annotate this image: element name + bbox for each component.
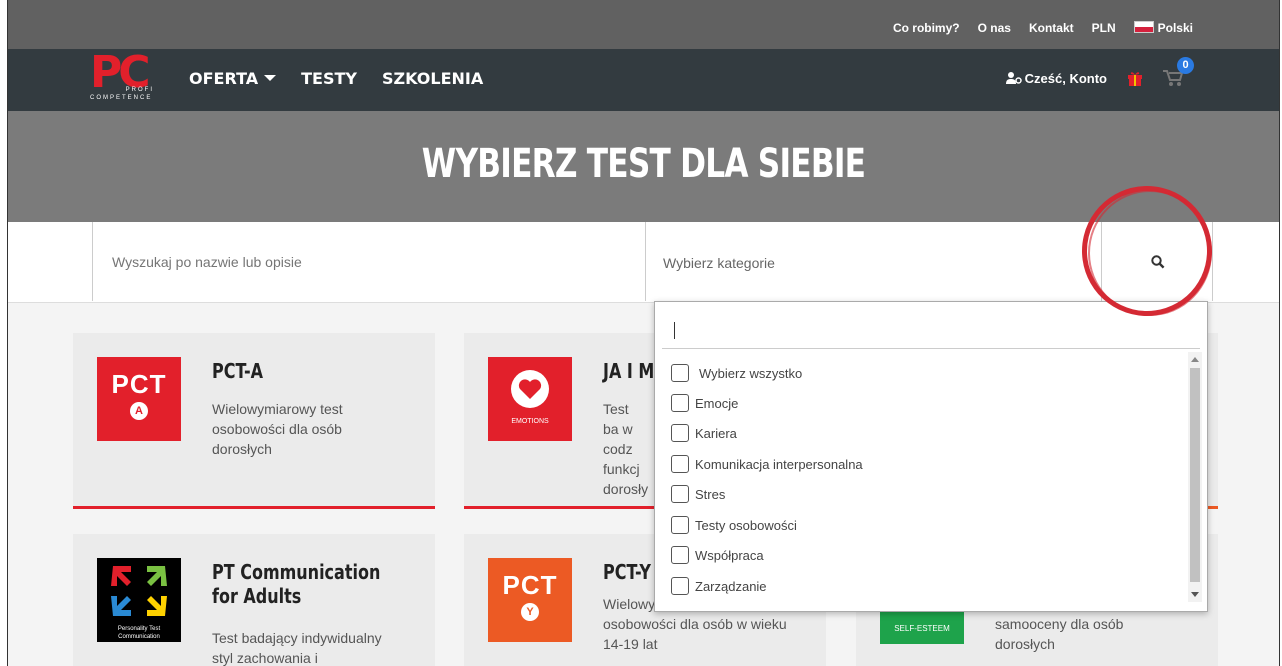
card-accent-bar [73,506,435,509]
checkbox[interactable] [671,424,689,442]
card-description: Wielowymiarowy test osobowości dla osób … [212,401,343,457]
scrollbar-thumb[interactable] [1190,368,1200,582]
page-frame: Co robimy? O nas Kontakt PLN Polski PC P… [7,0,1280,666]
card-description: Test ba w codz funkcj dorosły [603,401,649,497]
link-o-nas[interactable]: O nas [978,21,1011,35]
utility-bar: Co robimy? O nas Kontakt PLN Polski [8,0,1279,49]
card-title: JA I M [603,359,655,383]
option-label: Zarządzanie [695,578,767,594]
logo-competence: COMPETENCE [90,95,153,101]
option-select-all[interactable]: Wybierz wszystko [671,358,802,388]
card-title: PT Communication for Adults [212,560,381,608]
option-testy-osobowosci[interactable]: Testy osobowości [671,510,797,540]
option-label: Kariera [695,425,737,441]
arrows-icon [111,566,167,616]
option-label: Współpraca [695,547,764,563]
pct-a-logo: PCT A [97,357,181,441]
scroll-up-icon[interactable] [1191,357,1199,362]
polish-flag-icon [1133,21,1154,33]
main-navbar: PC PROFI COMPETENCE OFERTA TESTY SZKOLEN… [8,47,1279,111]
language-label: Polski [1157,21,1193,35]
logo-profi: PROFI [125,87,154,93]
site-logo[interactable]: PC PROFI COMPETENCE [88,47,162,107]
pct-y-logo-text: PCT [502,570,558,600]
checkbox[interactable] [671,577,689,595]
test-card-pt-communication[interactable]: Personality Test Communication PT Commun… [73,534,435,666]
page-title: WYBIERZ TEST DLA SIEBIE [421,141,866,187]
emotions-logo-text: EMOTIONS [511,418,549,425]
checkbox[interactable] [671,546,689,564]
category-select[interactable]: Wybierz kategorie [645,222,1101,301]
test-card-pct-a[interactable]: PCT A PCT-A Wielowymiarowy test osobowoś… [73,333,435,509]
language-selector[interactable]: Polski [1133,21,1193,35]
scroll-down-icon[interactable] [1191,592,1199,597]
search-input[interactable] [110,253,614,271]
nav-testy[interactable]: TESTY [301,69,357,88]
option-label: Komunikacja interpersonalna [695,456,863,472]
option-stres[interactable]: Stres [671,479,725,509]
annotation-circle-stroke [1088,190,1212,316]
option-emocje[interactable]: Emocje [671,388,738,418]
option-kariera[interactable]: Kariera [671,418,737,448]
link-co-robimy[interactable]: Co robimy? [893,21,960,35]
nav-oferta-label: OFERTA [189,69,259,88]
dropdown-separator [662,348,1200,349]
cart-count-badge: 0 [1177,57,1194,74]
search-field-wrap [92,222,645,301]
nav-oferta[interactable]: OFERTA [189,69,277,88]
option-zarzadzanie[interactable]: Zarządzanie [671,571,767,601]
pct-y-logo: PCT Y [488,558,572,642]
option-wspolpraca[interactable]: Współpraca [671,540,764,570]
option-label: Stres [695,486,726,502]
checkbox[interactable] [671,516,689,534]
cart-button[interactable]: 0 [1163,57,1194,87]
pt-communication-logo: Personality Test Communication [97,558,181,642]
pct-a-logo-letter: A [130,402,148,420]
category-select-placeholder: Wybierz kategorie [663,255,775,271]
hero-banner: WYBIERZ TEST DLA SIEBIE [8,111,1279,222]
gift-icon[interactable] [1127,70,1143,86]
currency-selector[interactable]: PLN [1092,21,1116,35]
pt-communication-logo-text: Personality Test Communication [117,626,161,640]
dropdown-filter-cursor[interactable] [674,322,675,339]
checkbox[interactable] [671,394,689,412]
option-komunikacja[interactable]: Komunikacja interpersonalna [671,449,863,479]
card-title: PCT-A [212,359,264,383]
card-title: PCT-Y [603,560,651,584]
option-label: Emocje [695,395,739,411]
card-description: Test badający indywidualny styl zachowan… [212,630,382,666]
emotions-logo: EMOTIONS [488,357,572,441]
checkbox[interactable] [671,455,689,473]
checkbox[interactable] [671,364,689,382]
pct-a-logo-text: PCT [111,369,167,399]
chevron-down-icon [264,75,277,81]
self-esteem-logo-text: SELF-ESTEEM [894,624,950,633]
option-label: Wybierz wszystko [699,365,803,381]
category-dropdown: Wybierz wszystko Emocje Kariera Komunika… [654,301,1208,612]
link-kontakt[interactable]: Kontakt [1029,21,1074,35]
pct-y-logo-letter: Y [521,603,539,621]
checkbox[interactable] [671,485,689,503]
user-gear-icon [1005,71,1022,84]
account-link[interactable]: Cześć, Konto [1005,70,1107,86]
account-label: Cześć, Konto [1024,70,1107,86]
option-label: Testy osobowości [695,517,797,533]
nav-szkolenia[interactable]: SZKOLENIA [382,69,483,88]
dropdown-scrollbar[interactable] [1188,352,1202,602]
heart-icon [511,370,549,408]
